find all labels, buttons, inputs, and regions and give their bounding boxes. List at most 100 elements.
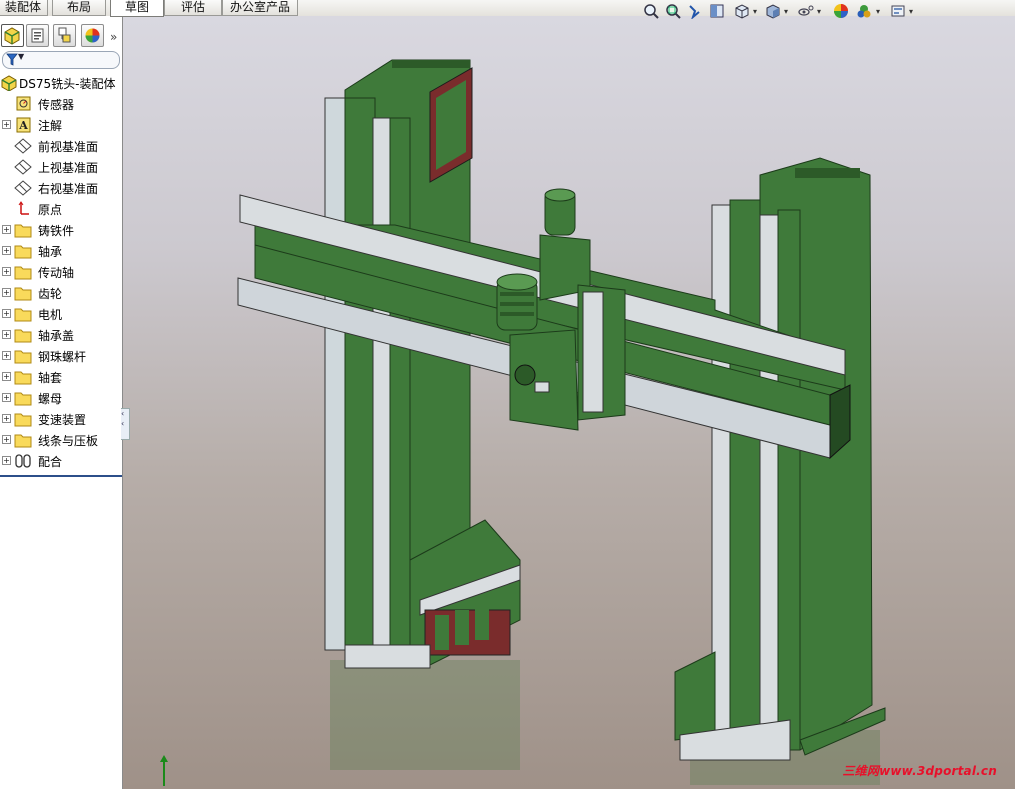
coordinate-triad-icon <box>160 755 168 786</box>
folder-icon <box>14 308 32 322</box>
tree-filter[interactable]: ▼ <box>2 51 120 69</box>
expand-toggle[interactable]: + <box>2 351 11 360</box>
tab-office-products[interactable]: 办公室产品 <box>222 0 298 16</box>
tree-item-right-plane[interactable]: 右视基准面 <box>0 178 122 198</box>
tree-item-label: 铸铁件 <box>38 224 75 238</box>
svg-text:A: A <box>18 119 28 132</box>
folder-icon <box>14 371 32 385</box>
graphics-area[interactable]: 三维网www.3dportal.cn <box>123 16 1015 789</box>
tree-item-gearbox[interactable]: + 变速装置 <box>0 409 122 429</box>
tab-sketch[interactable]: 草图 <box>110 0 164 17</box>
folder-icon <box>14 434 32 448</box>
feature-manager-tab[interactable] <box>1 24 24 47</box>
chevron-down-icon[interactable]: ▾ <box>784 7 788 16</box>
configuration-manager-tab[interactable] <box>53 24 76 47</box>
tree-item-top-plane[interactable]: 上视基准面 <box>0 157 122 177</box>
tree-item-motors[interactable]: + 电机 <box>0 304 122 324</box>
chevron-down-icon: ▼ <box>18 52 25 61</box>
tree-item-label: 上视基准面 <box>38 161 99 175</box>
expand-toggle[interactable]: + <box>2 267 11 276</box>
chevron-down-icon[interactable]: ▾ <box>817 7 821 16</box>
hide-show-items-icon[interactable] <box>798 3 814 19</box>
tree-item-label: 螺母 <box>38 392 63 406</box>
view-orientation-icon[interactable] <box>734 3 750 19</box>
section-view-icon[interactable] <box>709 3 725 19</box>
folder-icon <box>14 413 32 427</box>
tree-item-sensors[interactable]: 传感器 <box>0 94 122 114</box>
tree-item-label: 原点 <box>38 203 63 217</box>
feature-manager-panel: » ▼ DS75铣头-装配体 传感器 + A 注解 前视基准面 上视基准面 右视… <box>0 16 123 789</box>
tree-end-rollback-bar[interactable] <box>0 475 122 477</box>
assembly-icon <box>1 75 17 91</box>
zoom-to-area-icon[interactable] <box>665 3 681 19</box>
heads-up-view-toolbar: ▾ ▾ ▾ ▾ ▾ <box>640 0 920 24</box>
plane-icon <box>14 159 32 175</box>
tree-root-assembly[interactable]: DS75铣头-装配体 <box>0 73 122 93</box>
tree-item-label: 钢珠螺杆 <box>38 350 87 364</box>
tree-item-label: 传动轴 <box>38 266 75 280</box>
expand-toggle[interactable]: + <box>2 225 11 234</box>
chevron-left-icon: ‹ <box>121 409 125 418</box>
previous-view-icon[interactable] <box>687 3 703 19</box>
tree-item-lines-and-plates[interactable]: + 线条与压板 <box>0 430 122 450</box>
expand-toggle[interactable]: + <box>2 288 11 297</box>
tree-item-label: 线条与压板 <box>38 434 99 448</box>
tree-item-drive-shafts[interactable]: + 传动轴 <box>0 262 122 282</box>
tab-layout[interactable]: 布局 <box>52 0 106 16</box>
right-column <box>674 157 886 761</box>
gantry-model[interactable] <box>123 16 1015 789</box>
tree-item-label: 轴套 <box>38 371 63 385</box>
apply-scene-icon[interactable] <box>856 3 872 19</box>
tree-item-label: 轴承 <box>38 245 63 259</box>
annotation-icon: A <box>16 117 31 133</box>
tree-item-front-plane[interactable]: 前视基准面 <box>0 136 122 156</box>
expand-toggle[interactable]: + <box>2 372 11 381</box>
tree-item-bearings[interactable]: + 轴承 <box>0 241 122 261</box>
tree-item-gears[interactable]: + 齿轮 <box>0 283 122 303</box>
tree-item-annotations[interactable]: + A 注解 <box>0 115 122 135</box>
folder-icon <box>14 350 32 364</box>
property-manager-tab[interactable] <box>26 24 49 47</box>
panel-collapse-handle[interactable]: ‹ ‹ <box>121 408 130 440</box>
chevron-down-icon[interactable]: ▾ <box>909 7 913 16</box>
mates-icon <box>15 454 31 468</box>
filter-icon <box>6 53 18 66</box>
folder-icon <box>14 392 32 406</box>
display-manager-tab[interactable] <box>81 24 104 47</box>
view-settings-icon[interactable] <box>890 3 906 19</box>
folder-icon <box>14 224 32 238</box>
tree-item-label: 变速装置 <box>38 413 87 427</box>
expand-toggle[interactable]: + <box>2 330 11 339</box>
zoom-to-fit-icon[interactable] <box>643 3 659 19</box>
tree-item-label: 齿轮 <box>38 287 63 301</box>
display-manager-icon <box>85 28 100 43</box>
tree-item-ball-screws[interactable]: + 钢珠螺杆 <box>0 346 122 366</box>
tree-item-label: 注解 <box>38 119 63 133</box>
chevron-down-icon[interactable]: ▾ <box>876 7 880 16</box>
expand-toggle[interactable]: + <box>2 120 11 129</box>
expand-toggle[interactable]: + <box>2 309 11 318</box>
expand-toggle[interactable]: + <box>2 414 11 423</box>
edit-appearance-icon[interactable] <box>833 3 849 19</box>
folder-icon <box>14 329 32 343</box>
configuration-manager-icon <box>58 27 71 43</box>
expand-panel-icon[interactable]: » <box>110 30 117 44</box>
tab-assembly[interactable]: 装配体 <box>0 0 48 16</box>
tree-item-bearing-caps[interactable]: + 轴承盖 <box>0 325 122 345</box>
tree-item-sleeves[interactable]: + 轴套 <box>0 367 122 387</box>
chevron-down-icon[interactable]: ▾ <box>753 7 757 16</box>
tree-item-origin[interactable]: 原点 <box>0 199 122 219</box>
sensor-icon <box>16 96 31 111</box>
tab-evaluate[interactable]: 评估 <box>164 0 222 16</box>
tree-item-nuts[interactable]: + 螺母 <box>0 388 122 408</box>
tree-item-castings[interactable]: + 铸铁件 <box>0 220 122 240</box>
display-style-icon[interactable] <box>765 3 781 19</box>
tree-root-label: DS75铣头-装配体 <box>19 77 116 91</box>
tree-item-label: 传感器 <box>38 98 75 112</box>
tree-item-label: 配合 <box>38 455 63 469</box>
expand-toggle[interactable]: + <box>2 456 11 465</box>
tree-item-mates[interactable]: + 配合 <box>0 451 122 471</box>
expand-toggle[interactable]: + <box>2 246 11 255</box>
expand-toggle[interactable]: + <box>2 393 11 402</box>
expand-toggle[interactable]: + <box>2 435 11 444</box>
